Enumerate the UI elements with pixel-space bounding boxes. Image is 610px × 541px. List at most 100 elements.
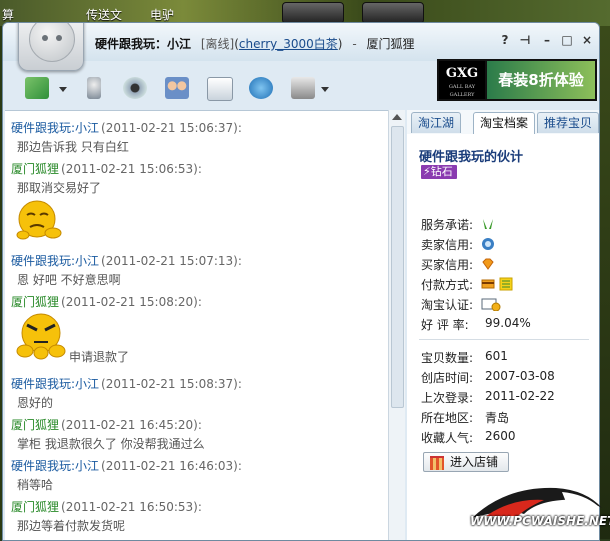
certified-id-icon[interactable] (481, 297, 501, 311)
message-time: (2011-02-21 15:08:37): (101, 377, 242, 391)
message-sender: 硬件跟我玩:小江 (11, 459, 100, 473)
message-header: 厦门狐狸 (2011-02-21 16:50:53): (11, 498, 202, 515)
shop-icon (430, 456, 444, 470)
chevron-down-icon[interactable] (59, 87, 67, 92)
badge-label: 钻石 (430, 165, 453, 178)
message-record-icon[interactable] (207, 77, 233, 101)
message-header: 硬件跟我玩:小江 (2011-02-21 15:08:37): (11, 375, 242, 392)
microphone-icon[interactable] (87, 77, 101, 99)
desktop-window-thumbnail (362, 2, 424, 24)
enter-shop-label: 进入店铺 (450, 455, 499, 469)
window-owner: 厦门狐狸 (366, 37, 415, 51)
message-time: (2011-02-21 15:06:53): (61, 162, 202, 176)
location-value: 青岛 (485, 411, 510, 425)
chat-toolbar (3, 63, 403, 109)
pin-icon[interactable]: ⊣ (517, 32, 533, 48)
seller-credit-row: 卖家信用: (421, 236, 494, 253)
item-count-label: 宝贝数量: (421, 351, 474, 365)
title-bar[interactable]: 硬件跟我玩：小江 [离线](cherry_3000白茶) - 厦门狐狸 ? ⊣ … (3, 23, 599, 61)
watermark-text: WWW.PCWAISHE.NET (470, 514, 610, 528)
brand-logo-text: GXG (445, 66, 479, 81)
ad-banner[interactable]: GXG GALL BAY GALLERY 春装8折体验 (437, 59, 597, 101)
location-row: 所在地区: 青岛 (421, 409, 509, 426)
item-count-row: 宝贝数量: 601 (421, 349, 508, 366)
promo-text: 春装8折体验 (487, 61, 595, 99)
diamond-badge: ⚡钻石 (421, 165, 457, 179)
group-icon[interactable] (165, 77, 189, 99)
paren-close: ) (337, 37, 343, 51)
last-login-value: 2011-02-22 (485, 389, 555, 403)
created-row: 创店时间: 2007-03-08 (421, 369, 555, 386)
service-row: 服务承诺: (421, 216, 493, 233)
message-time: (2011-02-21 16:45:20): (61, 418, 202, 432)
message-time: (2011-02-21 15:08:20): (61, 295, 202, 309)
help-icon[interactable]: ? (497, 32, 513, 48)
shop-info-panel: 淘江湖 淘宝档案 推荐宝贝 硬件跟我玩的伙计 ⚡钻石 服务承诺: 卖家信用: 买… (407, 110, 599, 540)
message-header: 硬件跟我玩:小江 (2011-02-21 15:07:13): (11, 252, 242, 269)
contact-handle[interactable]: cherry_3000白茶 (239, 37, 338, 51)
message-header: 厦门狐狸 (2011-02-21 15:06:53): (11, 160, 202, 177)
avatar-face (29, 23, 75, 62)
message-sender: 厦门狐狸 (11, 418, 60, 432)
certification-row: 淘宝认证: (421, 296, 501, 313)
message-header: 硬件跟我玩:小江 (2011-02-21 15:06:37): (11, 119, 242, 136)
service-guarantee-icon[interactable] (481, 217, 495, 231)
message-header: 硬件跟我玩:小江 (2011-02-21 16:46:03): (11, 457, 242, 474)
crown-icon[interactable] (481, 237, 495, 251)
message-body: 那边等着付款发货呢 (17, 519, 126, 533)
maximize-icon[interactable]: □ (559, 32, 575, 48)
contact-name: 硬件跟我玩：小江 (95, 37, 192, 51)
location-label: 所在地区: (421, 411, 474, 425)
enter-shop-button[interactable]: 进入店铺 (423, 452, 509, 472)
message-time: (2011-02-21 16:50:53): (61, 500, 202, 514)
shop-name[interactable]: 硬件跟我玩的伙计 (419, 146, 523, 165)
chat-scrollbar[interactable] (388, 110, 405, 540)
tab-taojianghu[interactable]: 淘江湖 (411, 112, 462, 133)
card-payment-icon[interactable] (481, 277, 495, 291)
desktop-label-mid: 传送文 (86, 8, 123, 22)
webcam-icon[interactable] (123, 77, 147, 99)
message-time: (2011-02-21 15:07:13): (101, 254, 242, 268)
message-body: 稍等哈 (17, 478, 54, 492)
certification-label: 淘宝认证: (421, 298, 474, 312)
avatar-eye (42, 35, 48, 41)
chat-history[interactable]: 硬件跟我玩:小江 (2011-02-21 15:06:37): 那边告诉我 只有白… (5, 110, 389, 540)
created-value: 2007-03-08 (485, 369, 555, 383)
online-status: [离线] (200, 37, 235, 51)
file-transfer-icon[interactable] (25, 77, 49, 99)
angry-emoticon-icon (16, 313, 66, 360)
last-login-label: 上次登录: (421, 391, 474, 405)
popularity-row: 收藏人气: 2600 (421, 429, 516, 446)
last-login-row: 上次登录: 2011-02-22 (421, 389, 555, 406)
tab-shop-profile[interactable]: 淘宝档案 (473, 112, 536, 135)
message-sender: 硬件跟我玩:小江 (11, 121, 100, 135)
contact-handle-wrap: (cherry_3000白茶) (234, 37, 342, 51)
message-header: 厦门狐狸 (2011-02-21 16:45:20): (11, 416, 202, 433)
scroll-thumb[interactable] (391, 126, 404, 408)
more-tools-icon[interactable] (291, 77, 315, 99)
popularity-value: 2600 (485, 429, 516, 443)
item-count-value: 601 (485, 349, 508, 363)
rating-label: 好 评 率: (421, 318, 469, 332)
close-icon[interactable]: × (579, 32, 595, 48)
message-time: (2011-02-21 16:46:03): (101, 459, 242, 473)
chevron-down-icon[interactable] (321, 87, 329, 92)
popularity-label: 收藏人气: (421, 431, 474, 445)
embarrassed-emoticon-icon (16, 200, 62, 240)
message-body: 恩好的 (17, 396, 54, 410)
chat-window: 硬件跟我玩：小江 [离线](cherry_3000白茶) - 厦门狐狸 ? ⊣ … (2, 22, 600, 541)
diamond-icon[interactable] (481, 257, 495, 271)
message-body: 那取消交易好了 (17, 181, 102, 195)
brand-logo-subtext: GALL BAY GALLERY (448, 84, 476, 98)
scroll-up-icon[interactable] (392, 114, 402, 120)
tab-recommended[interactable]: 推荐宝贝 (537, 112, 599, 133)
desktop-label-right: 电驴 (150, 8, 175, 22)
message-body: 那边告诉我 只有白红 (17, 140, 129, 154)
message-sender: 厦门狐狸 (11, 295, 60, 309)
minimize-icon[interactable]: – (539, 32, 555, 48)
alipay-icon[interactable] (499, 277, 513, 291)
message-sender: 厦门狐狸 (11, 500, 60, 514)
message-time: (2011-02-21 15:06:37): (101, 121, 242, 135)
remote-assist-icon[interactable] (249, 77, 273, 99)
seller-credit-label: 卖家信用: (421, 238, 474, 252)
